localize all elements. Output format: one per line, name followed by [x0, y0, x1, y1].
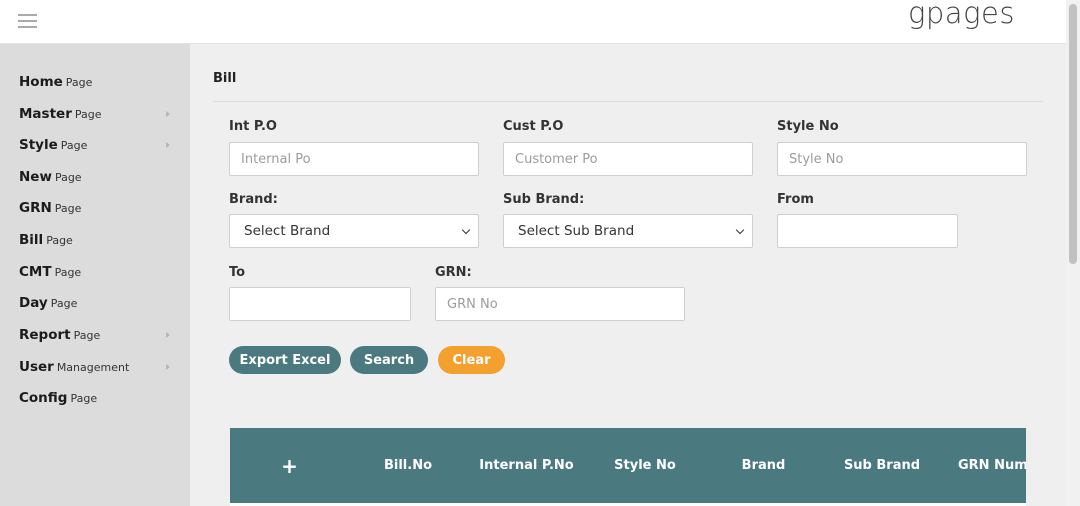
expand-all-icon[interactable]: + — [230, 428, 349, 503]
sidebar-item-day[interactable]: Day Page — [0, 289, 190, 317]
export-excel-button[interactable]: Export Excel — [229, 346, 341, 374]
caret-right-icon — [166, 332, 170, 338]
sidebar-item-sublabel: Management — [56, 361, 130, 374]
title-divider — [213, 101, 1043, 102]
search-button[interactable]: Search — [350, 346, 428, 374]
sidebar-item-sublabel: Page — [54, 202, 82, 215]
hamburger-icon[interactable] — [18, 14, 38, 29]
sidebar-item-label: Report — [19, 327, 71, 343]
sidebar-item-grn[interactable]: GRN Page — [0, 194, 190, 222]
sidebar-item-label: New — [19, 169, 52, 185]
sidebar-item-label: Master — [19, 106, 72, 122]
sidebar-item-home[interactable]: Home Page — [0, 68, 190, 96]
chevron-down-icon — [461, 225, 471, 235]
sidebar-item-sublabel: Page — [46, 234, 73, 247]
int-po-label: Int P.O — [229, 119, 277, 134]
column-header-bill-no[interactable]: Bill.No — [349, 428, 467, 503]
sidebar-item-sublabel: Page — [50, 297, 78, 310]
column-header-brand[interactable]: Brand — [704, 428, 823, 503]
sidebar: Home Page Master Page Style Page New Page GR… — [0, 44, 190, 506]
style-no-label: Style No — [777, 119, 839, 134]
brand-logo: gpages — [908, 0, 1015, 30]
int-po-input[interactable] — [229, 142, 479, 176]
top-bar: gpages — [0, 0, 1066, 44]
page-scrollbar[interactable] — [1066, 0, 1080, 506]
chevron-down-icon — [735, 225, 745, 235]
sub-brand-select[interactable]: Select Sub Brand — [503, 214, 753, 248]
to-date-input[interactable] — [229, 287, 411, 321]
sidebar-item-sublabel: Page — [73, 329, 101, 342]
sidebar-item-label: Config — [19, 390, 68, 406]
sidebar-item-sublabel: Page — [54, 266, 82, 279]
caret-right-icon — [166, 111, 170, 117]
sidebar-item-sublabel: Page — [70, 392, 98, 405]
brand-select[interactable]: Select Brand — [229, 214, 479, 248]
sidebar-item-config[interactable]: Config Page — [0, 384, 190, 412]
clear-button[interactable]: Clear — [438, 346, 505, 374]
sidebar-item-cmt[interactable]: CMT Page — [0, 258, 190, 286]
column-header-style-no[interactable]: Style No — [586, 428, 704, 503]
cust-po-label: Cust P.O — [503, 119, 564, 134]
column-header-internal-pno[interactable]: Internal P.No — [467, 428, 586, 503]
sidebar-item-style[interactable]: Style Page — [0, 131, 190, 159]
sidebar-item-label: Day — [19, 295, 48, 311]
sidebar-item-sublabel: Page — [60, 139, 88, 152]
brand-label: Brand: — [229, 192, 278, 207]
sidebar-item-report[interactable]: Report Page — [0, 321, 190, 349]
sidebar-item-new[interactable]: New Page — [0, 163, 190, 191]
style-no-input[interactable] — [777, 142, 1027, 176]
sidebar-item-label: Style — [19, 137, 58, 153]
grn-label: GRN: — [435, 265, 472, 280]
sidebar-item-label: User — [19, 359, 54, 375]
from-date-input[interactable] — [777, 214, 958, 248]
sidebar-item-label: GRN — [19, 200, 52, 216]
table-header: + Bill.No Internal P.No Style No Brand S… — [230, 428, 1026, 503]
sidebar-item-sublabel: Page — [74, 108, 102, 121]
to-label: To — [229, 265, 246, 280]
sub-brand-select-value: Select Sub Brand — [518, 223, 635, 239]
from-label: From — [777, 192, 814, 207]
scrollbar-thumb[interactable] — [1069, 4, 1077, 264]
sidebar-item-label: Bill — [19, 232, 44, 248]
sub-brand-label: Sub Brand: — [503, 192, 585, 207]
page-title: Bill — [213, 71, 237, 86]
sidebar-item-user-management[interactable]: User Management — [0, 353, 190, 381]
sidebar-item-sublabel: Page — [54, 171, 82, 184]
caret-right-icon — [166, 364, 170, 370]
column-header-sub-brand[interactable]: Sub Brand — [823, 428, 941, 503]
brand-select-value: Select Brand — [244, 223, 331, 239]
column-header-grn-number[interactable]: GRN Numb — [941, 428, 1026, 503]
sidebar-item-master[interactable]: Master Page — [0, 100, 190, 128]
cust-po-input[interactable] — [503, 142, 753, 176]
sidebar-item-bill[interactable]: Bill Page — [0, 226, 190, 254]
caret-right-icon — [166, 142, 170, 148]
sidebar-item-sublabel: Page — [65, 76, 93, 89]
sidebar-item-label: CMT — [19, 264, 52, 280]
sidebar-item-label: Home — [19, 74, 63, 90]
grn-input[interactable] — [435, 287, 685, 321]
